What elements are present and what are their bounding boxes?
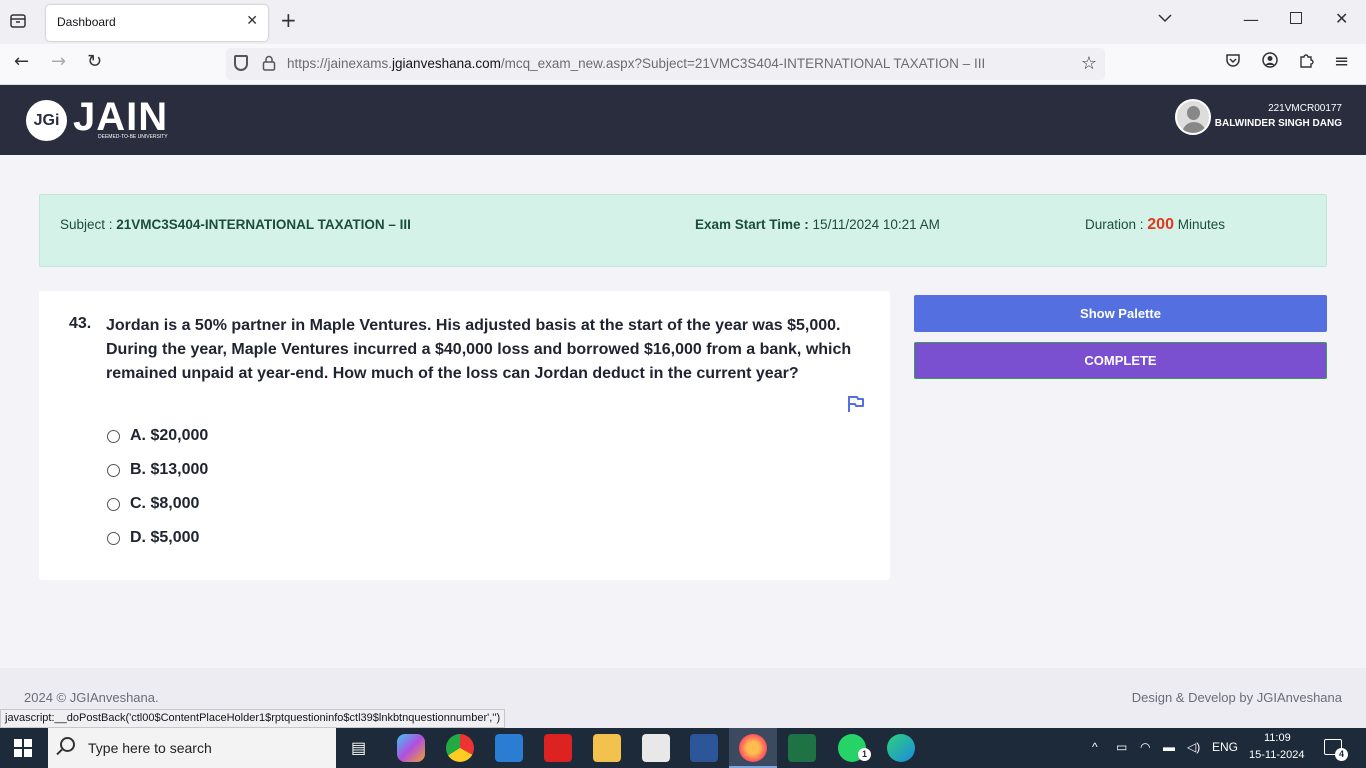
- minimize-icon[interactable]: —: [1243, 10, 1259, 29]
- meet-icon[interactable]: ▭: [1116, 740, 1127, 754]
- clock-date[interactable]: 15-11-2024: [1249, 749, 1304, 761]
- subject-label: Subject :: [60, 217, 117, 232]
- start-time-label: Exam Start Time :: [695, 217, 813, 232]
- forward-arrow-icon[interactable]: →: [51, 52, 66, 72]
- close-tab-icon[interactable]: ✕: [246, 13, 258, 29]
- show-palette-button[interactable]: Show Palette: [914, 295, 1327, 332]
- excel-icon[interactable]: [788, 734, 816, 762]
- option-a-radio[interactable]: [107, 429, 120, 443]
- copyright-text: 2024 © JGIAnveshana.: [24, 690, 159, 705]
- link-status-bar: javascript:__doPostBack('ctl00$ContentPl…: [0, 709, 506, 728]
- taskbar-search-box[interactable]: Type here to search: [48, 728, 336, 768]
- question-number: 43.: [69, 315, 92, 332]
- browser-nav-bar: ← → ↻ https://jainexams.jgianveshana.com…: [0, 44, 1366, 85]
- word-icon[interactable]: [690, 734, 718, 762]
- option-b[interactable]: B. $13,000: [107, 459, 208, 481]
- volume-icon[interactable]: ◁): [1187, 740, 1200, 754]
- acrobat-icon[interactable]: [544, 734, 572, 762]
- language-indicator[interactable]: ENG: [1212, 740, 1238, 754]
- user-id: 221VMCR00177: [1268, 103, 1342, 114]
- browser-tab-strip: Dashboard ✕ + — ✕: [0, 0, 1366, 44]
- wifi-icon[interactable]: ◠: [1140, 740, 1150, 754]
- user-name: BALWINDER SINGH DANG: [1214, 118, 1342, 129]
- restore-icon[interactable]: [1290, 12, 1302, 24]
- option-b-radio[interactable]: [107, 463, 120, 477]
- copilot-icon[interactable]: [397, 734, 425, 762]
- option-d[interactable]: D. $5,000: [107, 527, 199, 549]
- duration-unit: Minutes: [1173, 217, 1226, 232]
- browser-tab-dashboard[interactable]: Dashboard ✕: [46, 5, 268, 41]
- duration-label: Duration :: [1085, 217, 1148, 232]
- option-c[interactable]: C. $8,000: [107, 493, 199, 515]
- shield-icon[interactable]: [234, 55, 248, 71]
- action-panel: Show Palette COMPLETE: [914, 291, 1327, 381]
- complete-button[interactable]: COMPLETE: [914, 342, 1327, 379]
- reload-icon[interactable]: ↻: [87, 52, 102, 72]
- mail-icon[interactable]: [495, 734, 523, 762]
- lock-icon[interactable]: [262, 55, 276, 75]
- start-time-info: Exam Start Time : 15/11/2024 10:21 AM: [695, 217, 940, 232]
- logo-subtitle: DEEMED-TO-BE UNIVERSITY: [98, 134, 168, 140]
- option-c-label: C. $8,000: [130, 495, 200, 512]
- option-a[interactable]: A. $20,000: [107, 425, 208, 447]
- tab-title: Dashboard: [57, 15, 116, 29]
- option-a-label: A. $20,000: [130, 427, 209, 444]
- file-explorer-icon[interactable]: [593, 734, 621, 762]
- search-icon: [60, 737, 75, 752]
- site-header: JGi JAIN DEEMED-TO-BE UNIVERSITY 221VMCR…: [0, 85, 1366, 155]
- menu-icon[interactable]: ≡: [1334, 52, 1349, 72]
- pocket-icon[interactable]: [1225, 52, 1241, 74]
- chevron-down-icon[interactable]: [1158, 12, 1172, 26]
- window-close-icon[interactable]: ✕: [1335, 9, 1348, 28]
- address-bar[interactable]: https://jainexams.jgianveshana.com/mcq_e…: [226, 48, 1105, 80]
- url-domain: jgianveshana.com: [392, 56, 501, 71]
- flag-icon[interactable]: [846, 394, 866, 414]
- credit-text: Design & Develop by JGIAnveshana: [1131, 690, 1342, 705]
- new-tab-icon[interactable]: +: [280, 10, 297, 30]
- edge-icon[interactable]: [887, 734, 915, 762]
- chevron-up-icon[interactable]: ^: [1092, 740, 1098, 754]
- windows-taskbar: Type here to search ▤ 1 ^ ▭ ◠ ▬ ◁) ENG 1…: [0, 728, 1366, 768]
- subject-value: 21VMC3S404-INTERNATIONAL TAXATION – III: [116, 217, 411, 232]
- notification-count: 4: [1335, 748, 1348, 761]
- task-view-icon[interactable]: ▤: [351, 738, 366, 758]
- taskbar-search-placeholder: Type here to search: [88, 740, 212, 756]
- duration-value: 200: [1147, 216, 1174, 233]
- logo-badge: JGi: [26, 100, 67, 141]
- option-c-radio[interactable]: [107, 497, 120, 511]
- duration-info: Duration : 200 Minutes: [1085, 216, 1225, 234]
- windows-start-icon[interactable]: [14, 739, 32, 757]
- question-card: 43. Jordan is a 50% partner in Maple Ven…: [39, 291, 890, 580]
- option-b-label: B. $13,000: [130, 461, 209, 478]
- question-text: Jordan is a 50% partner in Maple Venture…: [106, 317, 852, 382]
- exam-info-bar: Subject : 21VMC3S404-INTERNATIONAL TAXAT…: [39, 194, 1327, 267]
- back-arrow-icon[interactable]: ←: [14, 52, 29, 72]
- battery-icon[interactable]: ▬: [1163, 740, 1175, 754]
- option-d-radio[interactable]: [107, 531, 120, 545]
- extensions-icon[interactable]: [1298, 52, 1314, 73]
- tab-list-icon[interactable]: [9, 12, 29, 32]
- url-text[interactable]: https://jainexams.jgianveshana.com/mcq_e…: [287, 56, 985, 71]
- whatsapp-badge: 1: [858, 748, 871, 761]
- bookmark-star-icon[interactable]: ☆: [1081, 53, 1097, 74]
- firefox-icon[interactable]: [739, 734, 767, 762]
- chrome-icon[interactable]: [446, 734, 474, 762]
- start-time-value: 15/11/2024 10:21 AM: [812, 217, 940, 232]
- clock-time[interactable]: 11:09: [1264, 732, 1291, 744]
- option-d-label: D. $5,000: [130, 529, 200, 546]
- subject-info: Subject : 21VMC3S404-INTERNATIONAL TAXAT…: [60, 217, 411, 232]
- store-icon[interactable]: [642, 734, 670, 762]
- url-prefix: https://jainexams.: [287, 56, 393, 71]
- url-path: /mcq_exam_new.aspx?Subject=21VMC3S404-IN…: [500, 56, 986, 71]
- account-icon[interactable]: [1262, 52, 1278, 73]
